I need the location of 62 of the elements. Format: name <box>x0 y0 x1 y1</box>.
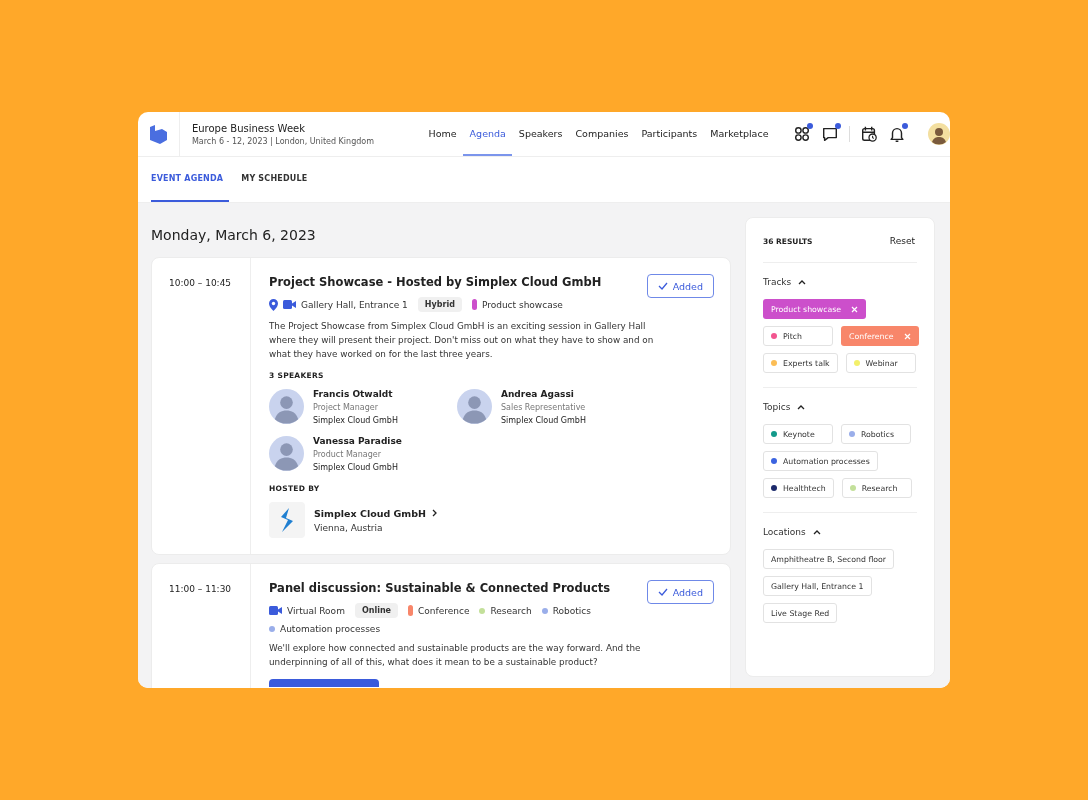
chat-icon[interactable] <box>821 125 839 143</box>
speaker-name[interactable]: Francis Otwaldt <box>313 389 398 399</box>
filter-group-toggle[interactable]: Locations <box>763 527 821 537</box>
session-title: Panel discussion: Sustainable & Connected Products <box>269 581 612 595</box>
remove-icon[interactable] <box>851 305 859 313</box>
nav-tab[interactable]: Companies <box>568 112 635 156</box>
user-avatar[interactable] <box>928 123 950 145</box>
checkmark-icon <box>657 282 668 290</box>
mode-badge: Online <box>354 603 398 618</box>
host-link[interactable]: Simplex Cloud GmbH <box>314 507 437 519</box>
speaker-role: Sales Representative <box>501 403 586 412</box>
event-name: Europe Business Week <box>191 122 306 134</box>
filter-group-toggle[interactable]: Tracks <box>763 277 807 287</box>
chevron-right-icon <box>432 509 437 517</box>
speaker-name[interactable]: Vanessa Paradise <box>313 436 402 446</box>
session-time: 10:00 – 10:45 <box>152 258 251 554</box>
filter-group-toggle[interactable]: Topics <box>763 402 806 412</box>
speaker-company: Simplex Cloud GmbH <box>313 416 398 425</box>
speaker-company: Simplex Cloud GmbH <box>313 463 399 472</box>
session-title: Project Showcase - Hosted by Simplex Cloud GmbH <box>269 275 603 289</box>
nav-tab[interactable]: Marketplace <box>703 112 775 156</box>
speaker-name[interactable]: Andrea Agassi <box>501 389 586 399</box>
chevron-up-icon <box>798 279 807 285</box>
event-dates-location: March 6 - 12, 2023 | London, United Kingdom <box>191 136 375 146</box>
venue-label: Virtual Room <box>287 605 345 616</box>
chevron-up-icon <box>797 404 806 410</box>
apps-icon[interactable] <box>793 125 811 143</box>
nav-tab[interactable]: Speakers <box>512 112 569 156</box>
video-camera-icon <box>269 606 282 615</box>
checkmark-icon <box>657 588 668 596</box>
added-button[interactable]: Added <box>646 274 714 298</box>
company-logo <box>269 502 305 538</box>
date-heading: Monday, March 6, 2023 <box>151 227 317 243</box>
speaker-role: Product Manager <box>313 450 382 459</box>
video-camera-icon <box>283 300 296 309</box>
nav-tab[interactable]: Participants <box>634 112 704 156</box>
tag-label: Automation processes <box>280 624 381 634</box>
chevron-up-icon <box>812 529 821 535</box>
tag-label: Conference <box>418 605 470 616</box>
added-button[interactable]: Added <box>646 580 714 604</box>
calendar-clock-icon[interactable] <box>860 125 878 143</box>
location-pin-icon <box>269 298 278 311</box>
speaker-role: Project Manager <box>313 403 379 412</box>
nav-tab[interactable]: Home <box>422 112 464 156</box>
session-time: 11:00 – 11:30 <box>152 564 251 688</box>
avatar-silhouette <box>457 389 492 424</box>
tag-label: Robotics <box>552 605 591 616</box>
venue-label: Gallery Hall, Entrance 1 <box>301 299 408 310</box>
avatar-silhouette <box>269 436 304 471</box>
session-description: We'll explore how connected and sustainable products are the way forward. And the underpinning of all of this, what does it mean to be a sustainable product? <box>269 642 642 669</box>
tag-label: Product showcase <box>481 299 563 310</box>
reset-button[interactable]: Reset <box>887 236 917 246</box>
host-location: Vienna, Austria <box>314 522 384 533</box>
subtab[interactable]: MY SCHEDULE <box>241 157 314 202</box>
mode-badge: Hybrid <box>417 297 462 312</box>
speaker-company: Simplex Cloud GmbH <box>501 416 586 425</box>
tag-label: Research <box>490 605 532 616</box>
notification-bell-icon[interactable] <box>888 125 906 143</box>
session-description: The Project Showcase from Simplex Cloud GmbH is an exciting session in Gallery Hall where they will present their project. Don't miss out on what they have to show and on what they have worked on for the last three years. <box>269 320 654 361</box>
nav-tab[interactable]: Agenda <box>463 112 513 156</box>
logo-icon[interactable] <box>149 124 167 144</box>
avatar-silhouette <box>269 389 304 424</box>
